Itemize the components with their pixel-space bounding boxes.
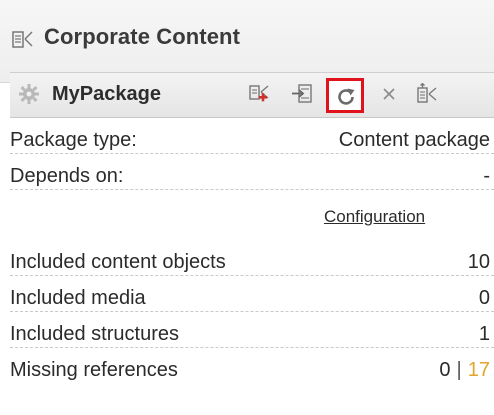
package-toolbar: MyPackage (10, 72, 494, 118)
add-content-button[interactable] (244, 79, 276, 109)
panel-title: Corporate Content (44, 24, 241, 49)
content-tree-icon (12, 28, 34, 50)
included-structures-row: Included structures 1 (10, 316, 494, 348)
missing-references-value-group: 0 | 17 (439, 359, 490, 382)
refresh-button[interactable] (326, 78, 364, 113)
included-content-value: 10 (467, 251, 490, 273)
included-media-row: Included media 0 (10, 280, 494, 312)
configuration-link[interactable]: Configuration (324, 207, 425, 227)
gear-icon[interactable] (18, 83, 40, 105)
included-content-label: Included content objects (10, 251, 226, 273)
missing-references-value: 0 (439, 359, 451, 381)
remove-button[interactable] (374, 79, 406, 109)
depends-on-row: Depends on: - (10, 158, 494, 190)
included-content-row: Included content objects 10 (10, 244, 494, 276)
panel-header: Corporate Content (0, 0, 494, 83)
included-media-label: Included media (10, 287, 146, 309)
missing-references-label: Missing references (10, 359, 178, 381)
included-media-value: 0 (478, 287, 490, 309)
included-structures-label: Included structures (10, 323, 179, 345)
import-button[interactable] (286, 79, 318, 109)
export-button[interactable] (412, 79, 444, 109)
package-type-row: Package type: Content package (10, 122, 494, 154)
missing-references-row: Missing references 0 | 17 (10, 352, 494, 383)
depends-on-value: - (483, 165, 490, 187)
depends-on-label: Depends on: (10, 165, 124, 187)
missing-references-count[interactable]: 17 (468, 359, 490, 381)
package-name: MyPackage (52, 83, 161, 105)
package-type-value: Content package (338, 129, 490, 151)
missing-references-separator: | (456, 359, 462, 381)
corporate-content-panel: Corporate Content MyPackage Package type… (0, 0, 494, 415)
package-type-label: Package type: (10, 129, 137, 151)
included-structures-value: 1 (478, 323, 490, 345)
